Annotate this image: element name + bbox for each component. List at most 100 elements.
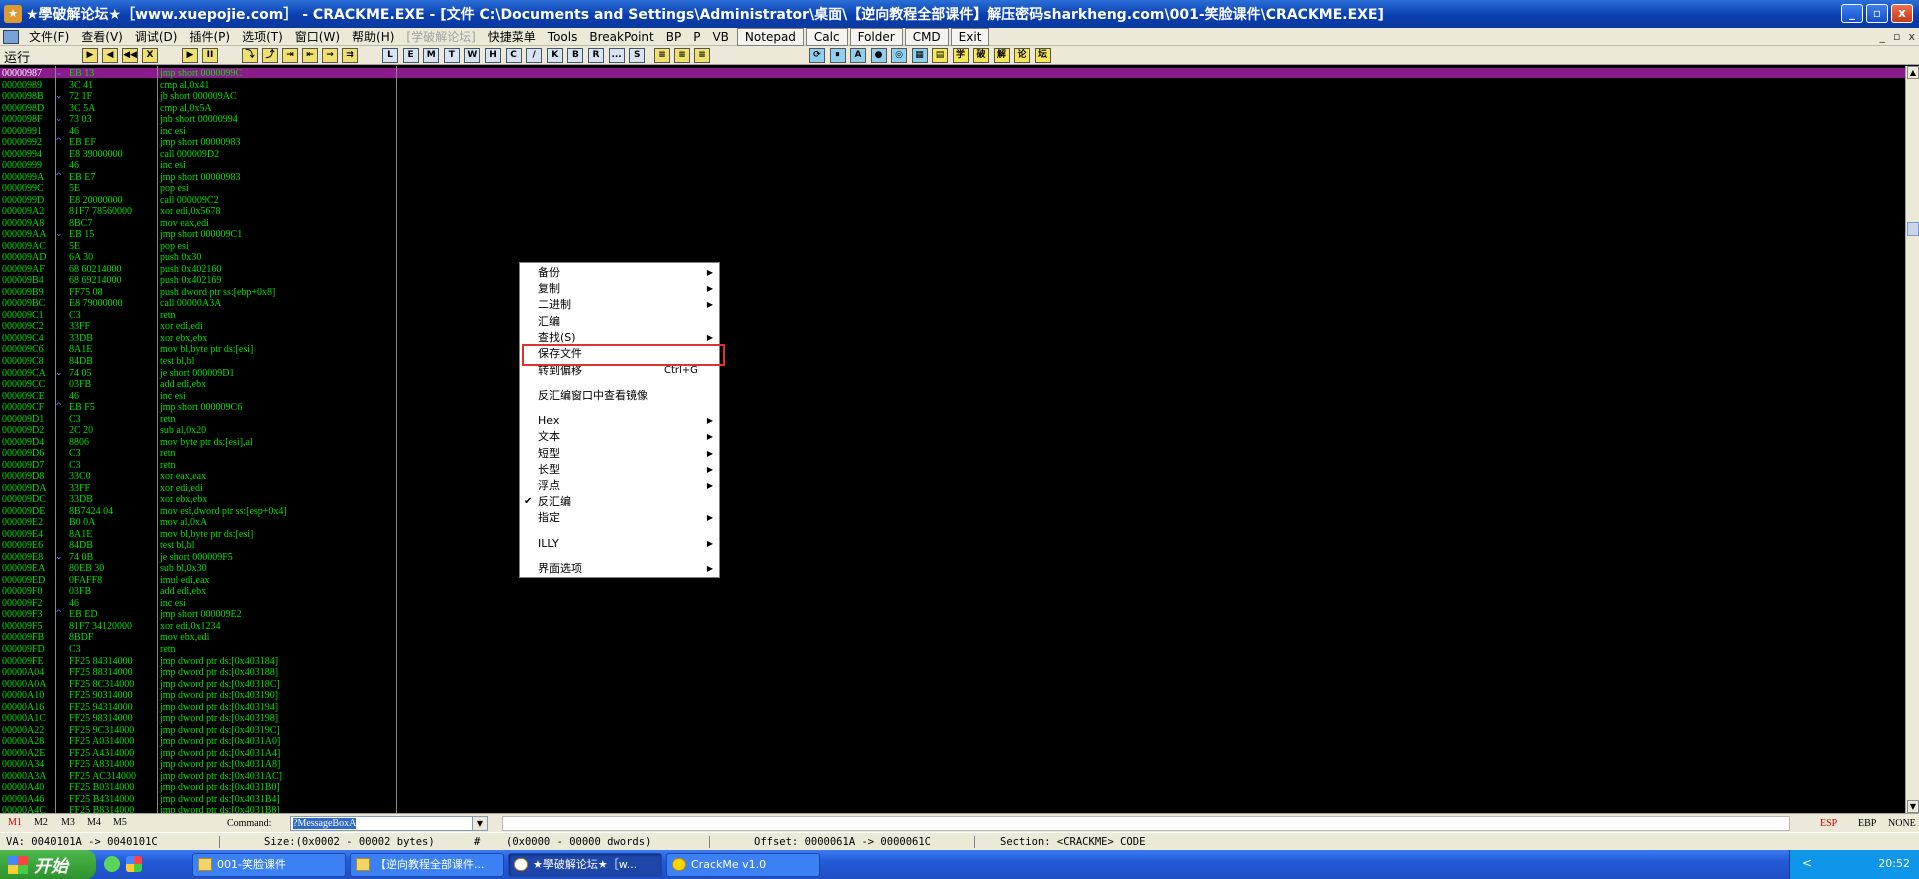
context-menu-item[interactable]: 查找(S) ▶ <box>520 331 719 345</box>
address-cell[interactable]: 000009CC <box>2 379 45 391</box>
disassembly-cell[interactable]: jmp dword ptr ds:[0x40318C] <box>160 679 280 691</box>
disassembly-cell[interactable]: pop esi <box>160 241 189 253</box>
disassembly-cell[interactable]: retn <box>160 310 176 322</box>
disassembly-cell[interactable]: xor ebx,ebx <box>160 333 207 345</box>
hex-cell[interactable]: 81F7 78560000 <box>69 206 132 218</box>
hex-cell[interactable]: FF25 84314000 <box>69 656 133 668</box>
address-cell[interactable]: 00000A10 <box>2 690 44 702</box>
address-cell[interactable]: 000009C2 <box>2 321 44 333</box>
toolbar-button[interactable]: → <box>322 48 338 63</box>
disassembly-pane[interactable]: 00000987 00000989 0000098B 0000098D 0000098F… <box>0 66 1914 813</box>
address-cell[interactable]: 00000A2E <box>2 748 45 760</box>
toolbar-button[interactable]: X <box>142 48 158 63</box>
window-button-8[interactable]: K <box>546 48 563 63</box>
taskbar-item-folder[interactable]: 【逆向教程全部课件... <box>350 853 504 877</box>
menu-tools[interactable]: Tools <box>542 29 584 45</box>
scroll-down-button[interactable]: ▼ <box>1907 800 1919 813</box>
register-ebp[interactable]: EBP <box>1858 818 1876 829</box>
disassembly-cell[interactable]: jmp short 00000983 <box>160 137 241 149</box>
menu-file[interactable]: 文件(F) <box>23 29 75 45</box>
address-cell[interactable]: 0000099C <box>2 183 44 195</box>
toolbar-button[interactable]: ◀ <box>102 48 118 63</box>
context-menu-item[interactable]: 二进制 ▶ <box>520 298 719 312</box>
hex-cell[interactable]: EB E7 <box>69 172 95 184</box>
disassembly-cell[interactable]: xor eax,eax <box>160 471 206 483</box>
hex-cell[interactable]: 8BC7 <box>69 218 92 230</box>
address-cell[interactable]: 000009E6 <box>2 540 43 552</box>
window-button-7[interactable]: / <box>526 48 543 63</box>
window-button-11[interactable]: ... <box>608 48 625 63</box>
hex-cell[interactable]: E8 79000000 <box>69 298 123 310</box>
hex-cell[interactable]: 6A 30 <box>69 252 93 264</box>
address-cell[interactable]: 00000987 <box>2 68 42 80</box>
context-menu-item[interactable]: 界面选项 ▶ <box>520 562 719 576</box>
plugin-icon-button[interactable]: ● <box>870 48 887 63</box>
plugin-icon-button[interactable]: ⟳ <box>809 48 825 63</box>
layout-button[interactable]: ≡ <box>694 48 710 63</box>
disassembly-cell[interactable]: push 0x30 <box>160 252 201 264</box>
toolbar-button[interactable]: ⇉ <box>342 48 358 63</box>
context-menu-item[interactable]: 备份 ▶ <box>520 266 719 280</box>
disassembly-cell[interactable]: add edi,ebx <box>160 586 206 598</box>
hex-cell[interactable]: 8A1E <box>69 344 92 356</box>
tray-expand-chevron-icon[interactable]: < <box>1802 856 1812 870</box>
hex-cell[interactable]: 33DB <box>69 494 93 506</box>
disassembly-cell[interactable]: mov bl,byte ptr ds:[esi] <box>160 529 253 541</box>
address-cell[interactable]: 000009CA <box>2 368 46 380</box>
hex-cell[interactable]: FF25 A8314000 <box>69 759 134 771</box>
window-button-3[interactable]: T <box>443 48 460 63</box>
hex-cell[interactable]: EB 15 <box>69 229 94 241</box>
disassembly-cell[interactable]: xor edi,edi <box>160 321 203 333</box>
hex-cell[interactable]: 81F7 34120000 <box>69 621 132 633</box>
address-cell[interactable]: 00000989 <box>2 80 42 92</box>
address-cell[interactable]: 000009E4 <box>2 529 43 541</box>
hex-cell[interactable]: 03FB <box>69 379 91 391</box>
hex-cell[interactable]: 73 03 <box>69 114 92 126</box>
address-cell[interactable]: 000009D2 <box>2 425 44 437</box>
hex-cell[interactable]: 68 69214000 <box>69 275 122 287</box>
register-esp[interactable]: ESP <box>1820 818 1837 829</box>
memory-tab-m1[interactable]: M1 <box>8 817 22 828</box>
menu-p[interactable]: P <box>687 29 706 45</box>
hex-cell[interactable]: 84DB <box>69 356 93 368</box>
minimize-button[interactable]: _ <box>1841 4 1863 23</box>
address-cell[interactable]: 00000A0A <box>2 679 46 691</box>
hex-cell[interactable]: 46 <box>69 391 79 403</box>
window-button-5[interactable]: H <box>485 48 501 63</box>
mdi-close-button[interactable]: x <box>1908 30 1915 43</box>
address-cell[interactable]: 000009FB <box>2 632 44 644</box>
window-button-4[interactable]: W <box>464 48 481 63</box>
menu-shortcuts[interactable]: 快捷菜单 <box>482 29 542 45</box>
disassembly-cell[interactable]: mov bl,byte ptr ds:[esi] <box>160 344 253 356</box>
disassembly-cell[interactable]: mov esi,dword ptr ss:[esp+0x4] <box>160 506 287 518</box>
address-cell[interactable]: 00000A22 <box>2 725 44 737</box>
address-cell[interactable]: 00000994 <box>2 149 42 161</box>
disassembly-cell[interactable]: jmp dword ptr ds:[0x403184] <box>160 656 278 668</box>
hex-cell[interactable]: 80EB 30 <box>69 563 104 575</box>
hex-cell[interactable]: 74 05 <box>69 368 92 380</box>
plugin-icon-button[interactable]: ▤ <box>932 48 948 63</box>
context-menu-item[interactable]: 反汇编 ✔ <box>520 495 719 509</box>
disassembly-cell[interactable]: jmp short 000009C6 <box>160 402 242 414</box>
address-cell[interactable]: 000009F0 <box>2 586 43 598</box>
hex-cell[interactable]: EB ED <box>69 609 98 621</box>
disassembly-cell[interactable]: jmp dword ptr ds:[0x4031A4] <box>160 748 280 760</box>
disassembly-cell[interactable]: retn <box>160 414 176 426</box>
hex-cell[interactable]: 72 1F <box>69 91 92 103</box>
disassembly-cell[interactable]: xor edi,0x5678 <box>160 206 221 218</box>
command-dropdown-button[interactable]: ▼ <box>472 816 488 831</box>
plugin-icon-button[interactable]: ▦ <box>911 48 928 63</box>
command-input[interactable]: ?MessageBoxA <box>290 816 488 831</box>
hex-cell[interactable]: 8B7424 04 <box>69 506 113 518</box>
plugin-icon-button[interactable]: ◎ <box>891 48 907 63</box>
mdi-minimize-button[interactable]: _ <box>1880 30 1886 43</box>
hex-cell[interactable]: FF25 B4314000 <box>69 794 134 806</box>
hex-cell[interactable]: 33C0 <box>69 471 91 483</box>
hex-cell[interactable]: FF25 8C314000 <box>69 679 134 691</box>
window-button-6[interactable]: C <box>505 48 522 63</box>
disassembly-cell[interactable]: push 0x402160 <box>160 264 221 276</box>
context-menu-item[interactable]: 汇编 <box>520 315 719 329</box>
toolbar-button[interactable]: ▶ <box>182 48 198 63</box>
address-cell[interactable]: 00000A28 <box>2 736 44 748</box>
plugin-icon-button[interactable]: 坛 <box>1034 48 1051 63</box>
